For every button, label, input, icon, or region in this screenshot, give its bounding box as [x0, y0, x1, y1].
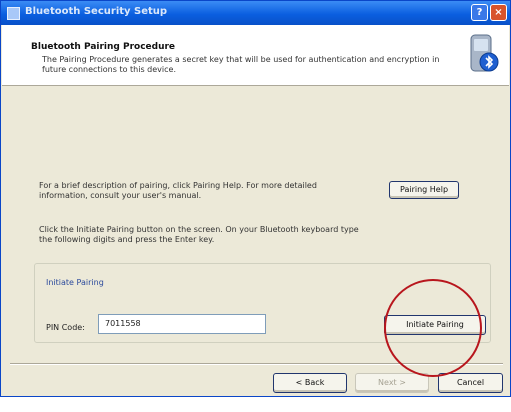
window-title: Bluetooth Security Setup — [25, 6, 168, 17]
cancel-button[interactable]: Cancel — [438, 373, 503, 393]
wizard-header: Bluetooth Pairing Procedure The Pairing … — [2, 25, 509, 86]
pin-code-label: PIN Code: — [46, 323, 85, 332]
back-button[interactable]: < Back — [273, 373, 347, 393]
pin-code-field[interactable]: 7011558 — [98, 314, 266, 334]
bluetooth-device-icon — [470, 34, 499, 72]
pairing-instructions: Click the Initiate Pairing button on the… — [39, 225, 359, 244]
help-title-button[interactable]: ? — [471, 4, 488, 21]
pairing-help-description: For a brief description of pairing, clic… — [39, 181, 317, 200]
header-title: Bluetooth Pairing Procedure — [31, 42, 176, 52]
app-icon — [7, 7, 20, 20]
close-title-button[interactable]: × — [490, 4, 507, 21]
highlight-circle-annotation — [384, 279, 482, 377]
pairing-help-button[interactable]: Pairing Help — [389, 181, 459, 199]
initiate-pairing-group-label: Initiate Pairing — [46, 278, 104, 287]
header-subtitle: The Pairing Procedure generates a secret… — [42, 55, 440, 74]
next-button[interactable]: Next > — [355, 373, 429, 393]
title-bar[interactable]: Bluetooth Security Setup ? × — [1, 1, 510, 25]
